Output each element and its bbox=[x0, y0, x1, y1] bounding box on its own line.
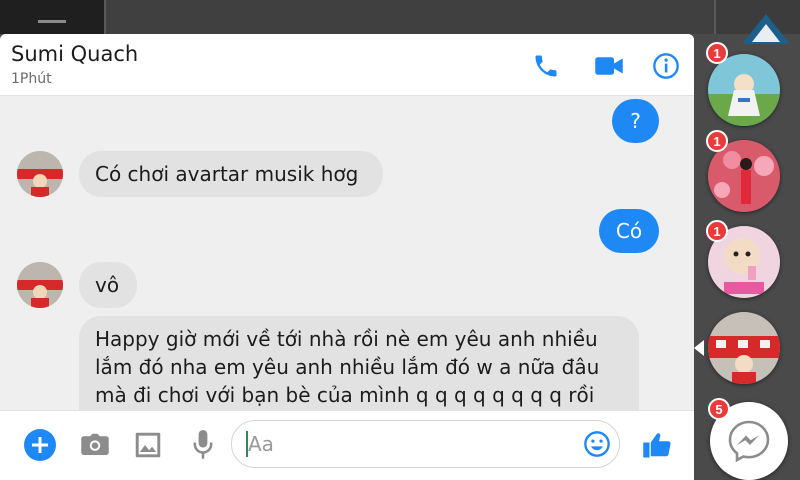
emoji-icon[interactable] bbox=[583, 430, 611, 458]
phone-icon[interactable] bbox=[530, 50, 562, 82]
background-menu-area bbox=[0, 0, 104, 34]
add-icon[interactable] bbox=[23, 428, 57, 462]
outgoing-message: ? bbox=[612, 99, 659, 143]
thumbs-up-icon[interactable] bbox=[640, 428, 674, 462]
contact-avatar[interactable] bbox=[17, 151, 63, 197]
incoming-message: Happy giờ mới về tới nhà rồi nè em yêu a… bbox=[79, 316, 639, 410]
message-composer bbox=[0, 410, 694, 480]
video-camera-icon[interactable] bbox=[593, 50, 625, 82]
chat-head[interactable] bbox=[708, 54, 780, 126]
camera-icon[interactable] bbox=[78, 428, 112, 462]
background-frame bbox=[104, 0, 716, 34]
unread-badge: 5 bbox=[708, 398, 730, 420]
menu-icon bbox=[38, 20, 66, 23]
messenger-icon bbox=[728, 420, 770, 463]
chat-head-active[interactable] bbox=[708, 312, 780, 384]
info-icon[interactable] bbox=[650, 50, 682, 82]
chat-window: Sumi Quach 1Phút ? Có chơi avartar musik… bbox=[0, 34, 694, 480]
incoming-message: vô bbox=[79, 262, 137, 308]
microphone-icon[interactable] bbox=[186, 428, 220, 462]
active-status: 1Phút bbox=[11, 71, 52, 87]
contact-name[interactable]: Sumi Quach bbox=[11, 42, 138, 66]
active-chat-pointer bbox=[694, 340, 704, 356]
outgoing-message: Có bbox=[599, 209, 659, 253]
message-input-box[interactable] bbox=[231, 420, 620, 468]
chat-heads-column: 1 1 1 5 bbox=[694, 34, 800, 480]
image-icon[interactable] bbox=[131, 428, 165, 462]
chat-header: Sumi Quach 1Phút bbox=[0, 34, 694, 96]
unread-badge: 1 bbox=[706, 130, 728, 152]
message-list[interactable]: ? Có chơi avartar musik hơg Có vô Happy … bbox=[0, 96, 694, 410]
unread-badge: 1 bbox=[706, 42, 728, 64]
contact-avatar[interactable] bbox=[17, 262, 63, 308]
incoming-message: Có chơi avartar musik hơg bbox=[79, 151, 383, 197]
message-input[interactable] bbox=[248, 429, 568, 459]
unread-badge: 1 bbox=[706, 220, 728, 242]
